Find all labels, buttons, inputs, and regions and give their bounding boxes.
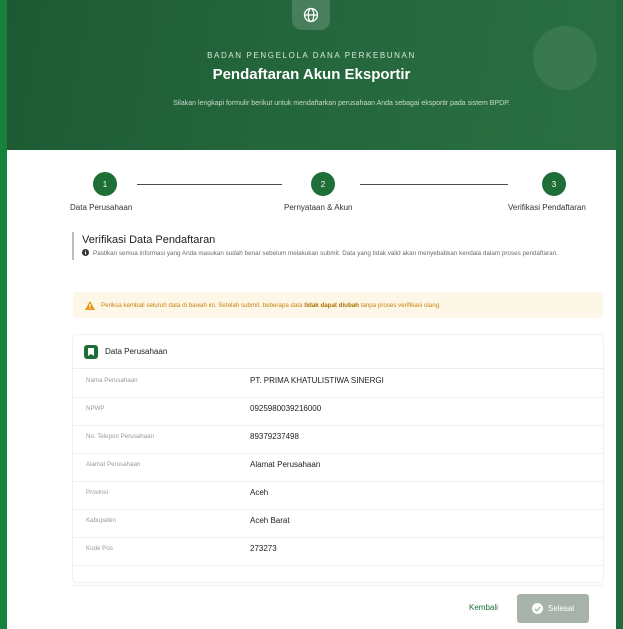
row-label: No. Telepon Perusahaan: [86, 433, 154, 440]
company-section-title: Data Perusahaan: [105, 347, 168, 356]
warning-text-start: Periksa kembali seluruh data di bawah in…: [101, 301, 305, 309]
step-3-number: 3: [551, 179, 557, 189]
registration-card: BADAN PENGELOLA DANA PERKEBUNAN Pendafta…: [7, 0, 616, 629]
row-value: PT. PRIMA KHATULISTIWA SINERGI: [250, 376, 384, 385]
company-row-npwp: NPWP 0925980039216000: [73, 397, 603, 426]
bookmark-icon: [84, 344, 98, 359]
step-connector-1: [137, 184, 282, 185]
step-1-indicator: 1: [93, 172, 117, 196]
row-label: Alamat Perusahaan: [86, 461, 141, 468]
warning-text-emphasis: tidak dapat diubah: [304, 301, 359, 309]
warning-text-end: tanpa proses verifikasi ulang.: [358, 301, 441, 309]
footer-divider: [73, 585, 603, 586]
warning-icon: [85, 300, 95, 310]
company-row-address: Alamat Perusahaan Alamat Perusahaan: [73, 453, 603, 482]
company-row-phone: No. Telepon Perusahaan 89379237498: [73, 425, 603, 454]
row-value: Aceh Barat: [250, 516, 290, 525]
step-1-label: Data Perusahaan: [70, 203, 133, 212]
globe-icon: [292, 0, 330, 30]
row-label: Kode Pos: [86, 545, 113, 552]
verification-title: Verifikasi Data Pendaftaran: [82, 234, 216, 246]
agency-name: BADAN PENGELOLA DANA PERKEBUNAN: [207, 51, 416, 60]
page-header: BADAN PENGELOLA DANA PERKEBUNAN Pendafta…: [7, 0, 616, 150]
verification-info: Pastikan semua informasi yang Anda masuk…: [82, 249, 614, 260]
row-label: Nama Perusahaan: [86, 377, 138, 384]
verification-heading: Verifikasi Data Pendaftaran Pastikan sem…: [72, 232, 614, 260]
row-label: NPWP: [86, 405, 105, 412]
page-title: Pendaftaran Akun Eksportir: [212, 66, 411, 83]
step-3-indicator: 3: [542, 172, 566, 196]
step-3-label: Verifikasi Pendaftaran: [508, 203, 586, 212]
step-1-number: 1: [102, 179, 108, 189]
page-subtitle: Silakan lengkapi formulir berikut untuk …: [173, 100, 510, 107]
company-row-regency: Kabupaten Aceh Barat: [73, 509, 603, 538]
step-2-number: 2: [320, 179, 326, 189]
company-data-section: Data Perusahaan Nama Perusahaan PT. PRIM…: [73, 335, 603, 582]
step-connector-2: [360, 184, 508, 185]
company-row-name: Nama Perusahaan PT. PRIMA KHATULISTIWA S…: [73, 369, 603, 398]
row-label: Provinsi: [86, 489, 109, 496]
check-circle-icon: [531, 603, 543, 614]
row-label: Kabupaten: [86, 517, 116, 524]
left-accent-bar: [0, 0, 7, 629]
info-icon: [82, 249, 89, 260]
step-2-indicator: 2: [311, 172, 335, 196]
warning-alert: Periksa kembali seluruh data di bawah in…: [73, 292, 603, 318]
step-2-label: Pernyataan & Akun: [284, 203, 353, 212]
row-value: 89379237498: [250, 432, 299, 441]
company-row-postal-code: Kode Pos 273273: [73, 537, 603, 566]
row-value: Alamat Perusahaan: [250, 460, 321, 469]
row-value: 273273: [250, 544, 277, 553]
row-value: 0925980039216000: [250, 404, 322, 413]
submit-label: Selesai: [547, 604, 575, 613]
back-button[interactable]: Kembali: [469, 603, 498, 612]
stepper: 1 2 3 Data Perusahaan Pernyataan & Akun …: [7, 160, 616, 220]
warning-text: Periksa kembali seluruh data di bawah in…: [101, 302, 441, 309]
row-value: Aceh: [250, 488, 269, 497]
verification-info-text: Pastikan semua informasi yang Anda masuk…: [93, 250, 558, 257]
submit-button[interactable]: Selesai: [517, 594, 589, 623]
company-section-header: Data Perusahaan: [73, 335, 603, 369]
company-row-province: Provinsi Aceh: [73, 481, 603, 510]
